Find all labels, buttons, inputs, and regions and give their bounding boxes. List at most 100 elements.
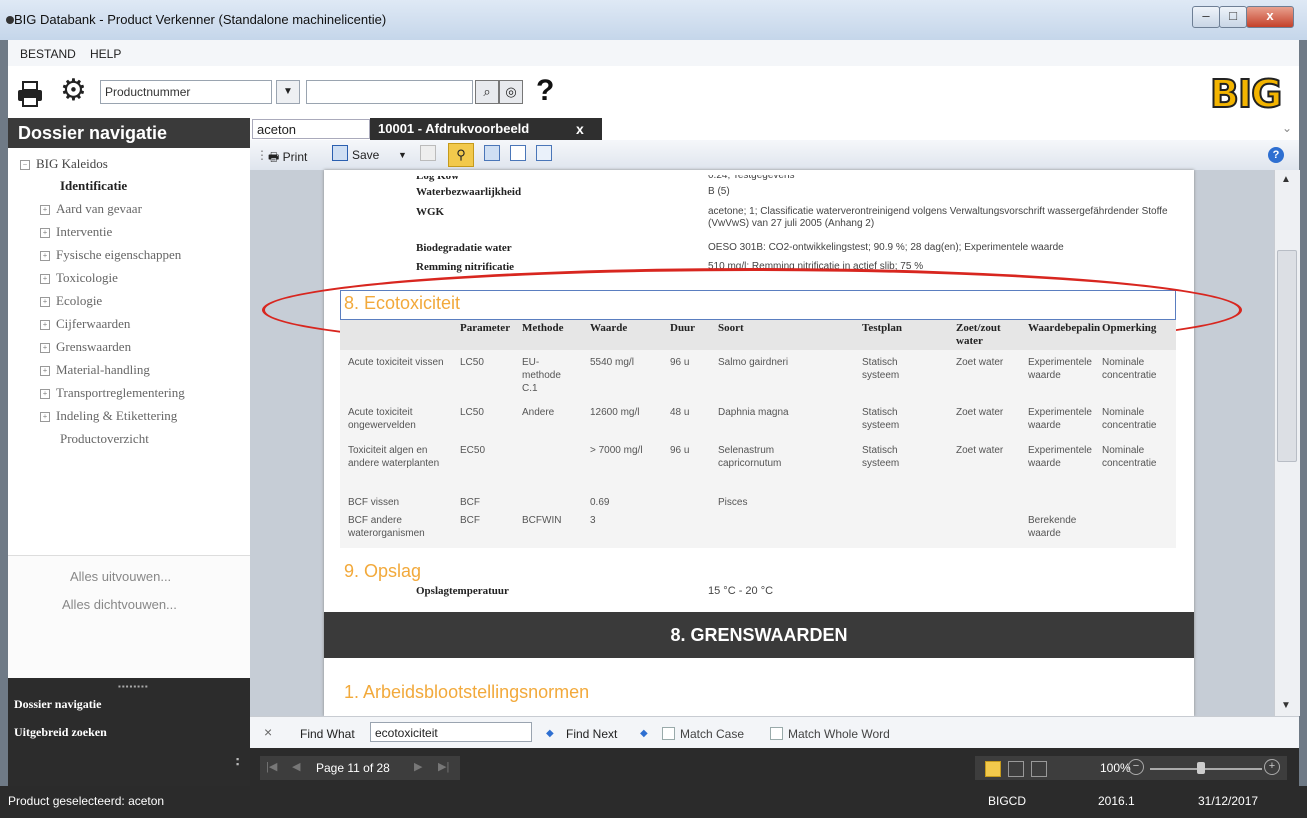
two-page-view-icon[interactable] xyxy=(1008,761,1024,777)
scroll-down-icon[interactable]: ▼ xyxy=(1281,700,1291,711)
splitter-grip[interactable]: ▪▪▪▪▪▪▪▪ xyxy=(118,682,149,691)
expand-icon[interactable]: + xyxy=(40,389,50,399)
search-input[interactable] xyxy=(306,80,473,104)
nav-item-cijferwaarden[interactable]: + Cijferwaarden xyxy=(40,316,130,332)
table-cell: 3 xyxy=(590,515,596,526)
single-page-view-icon[interactable] xyxy=(985,761,1001,777)
save-button[interactable]: Save xyxy=(352,148,379,162)
search-type-select[interactable]: Productnummer xyxy=(100,80,272,104)
match-whole-word-checkbox[interactable] xyxy=(770,727,783,740)
nav-link-dossier-navigatie[interactable]: Dossier navigatie xyxy=(14,697,101,712)
search-icon[interactable]: ⌕ xyxy=(475,80,499,104)
help-icon[interactable]: ? xyxy=(536,74,554,108)
expand-icon[interactable]: + xyxy=(40,228,50,238)
collapse-all-link[interactable]: Alles dichtvouwen... xyxy=(62,597,177,612)
column-header: Parameter xyxy=(460,322,511,334)
find-next-icon[interactable]: ◆ xyxy=(640,728,648,739)
nav-item-identificatie[interactable]: Identificatie xyxy=(60,178,127,194)
save-dropdown-icon[interactable]: ▼ xyxy=(398,150,407,160)
prop-label-waterbezwaarlijkheid: Waterbezwaarlijkheid xyxy=(416,186,522,198)
single-page-icon[interactable] xyxy=(484,145,500,161)
column-header: Testplan xyxy=(862,322,902,334)
zoom-out-icon[interactable]: − xyxy=(1128,759,1144,775)
maximize-button[interactable]: □ xyxy=(1219,6,1247,28)
zoom-slider[interactable] xyxy=(1150,768,1262,770)
nav-root[interactable]: − BIG Kaleidos xyxy=(20,156,108,172)
nav-item-fysische-eigenschappen[interactable]: + Fysische eigenschappen xyxy=(40,247,181,263)
expand-icon[interactable]: + xyxy=(40,320,50,330)
expand-all-link[interactable]: Alles uitvouwen... xyxy=(70,569,171,584)
table-cell: BCF andere waterorganismen xyxy=(348,515,425,539)
chevron-down-icon[interactable]: ▼ xyxy=(276,80,300,104)
menu-bestand[interactable]: BESTAND xyxy=(20,47,76,61)
nav-item-productoverzicht[interactable]: Productoverzicht xyxy=(60,431,149,447)
find-next-button[interactable]: Find Next xyxy=(566,727,617,741)
save-icon[interactable] xyxy=(332,145,348,161)
nav-item-indeling-etikettering[interactable]: + Indeling & Etikettering xyxy=(40,408,177,424)
expand-icon[interactable]: + xyxy=(40,412,50,422)
prop-label-remming: Remming nitrificatie xyxy=(416,261,515,273)
expand-icon[interactable]: + xyxy=(40,205,50,215)
panel-grip[interactable]: ▪ ▪ xyxy=(236,755,239,769)
expand-icon[interactable]: + xyxy=(40,274,50,284)
tab-aceton[interactable]: aceton xyxy=(252,119,370,139)
nav-link-uitgebreid-zoeken[interactable]: Uitgebreid zoeken xyxy=(14,725,107,740)
chapter-title: 8. GRENSWAARDEN xyxy=(670,625,848,645)
nav-item-transportreglementering[interactable]: + Transportreglementering xyxy=(40,385,185,401)
minimize-button[interactable]: – xyxy=(1192,6,1220,28)
advanced-search-icon[interactable]: ◎ xyxy=(499,80,523,104)
match-case-checkbox[interactable] xyxy=(662,727,675,740)
chevron-down-icon[interactable]: ⌄ xyxy=(1282,121,1292,135)
collapse-icon[interactable]: − xyxy=(20,160,30,170)
table-cell: Toxiciteit algen en andere waterplanten xyxy=(348,445,440,469)
page-width-icon[interactable] xyxy=(510,145,526,161)
multi-page-view-icon[interactable] xyxy=(1031,761,1047,777)
nav-item-aard-van-gevaar[interactable]: + Aard van gevaar xyxy=(40,201,142,217)
expand-icon[interactable]: + xyxy=(40,297,50,307)
print-button[interactable]: 🖶 Print xyxy=(268,148,307,169)
printer-icon[interactable] xyxy=(16,80,44,108)
zoom-in-icon[interactable]: + xyxy=(1264,759,1280,775)
status-version: 2016.1 xyxy=(1098,794,1135,808)
prev-page-icon[interactable]: ◀ xyxy=(292,760,300,773)
find-icon[interactable]: ⚲ xyxy=(448,143,474,167)
tab-close-icon[interactable]: x xyxy=(576,118,584,140)
page-setup-icon[interactable] xyxy=(420,145,436,161)
zoom-slider-thumb[interactable] xyxy=(1197,762,1205,774)
nav-item-toxicologie[interactable]: + Toxicologie xyxy=(40,270,118,286)
column-header: Duur xyxy=(670,322,696,334)
nav-root-label: BIG Kaleidos xyxy=(36,156,108,171)
close-window-button[interactable]: x xyxy=(1246,6,1294,28)
find-input[interactable]: ecotoxiciteit xyxy=(370,722,532,742)
find-prev-icon[interactable]: ◆ xyxy=(546,728,554,739)
table-cell: Acute toxiciteit vissen xyxy=(348,357,444,368)
nav-item-interventie[interactable]: + Interventie xyxy=(40,224,112,240)
expand-icon[interactable]: + xyxy=(40,251,50,261)
table-cell: Experimentele waarde xyxy=(1028,407,1092,431)
scrollbar-thumb[interactable] xyxy=(1277,250,1297,462)
close-find-icon[interactable]: × xyxy=(264,724,272,740)
table-cell: BCF xyxy=(460,497,480,508)
gear-icon[interactable]: ⚙ xyxy=(60,76,87,106)
tab-afdrukvoorbeeld[interactable]: 10001 - Afdrukvoorbeeld xyxy=(370,118,602,140)
help-circle-icon[interactable]: ? xyxy=(1268,147,1284,163)
nav-item-label: Toxicologie xyxy=(56,270,118,285)
table-cell: 12600 mg/l xyxy=(590,407,640,418)
table-cell: Nominale concentratie xyxy=(1102,357,1157,381)
nav-item-material-handling[interactable]: + Material-handling xyxy=(40,362,150,378)
table-cell: EC50 xyxy=(460,445,486,456)
last-page-icon[interactable]: ▶| xyxy=(438,760,449,773)
nav-item-grenswaarden[interactable]: + Grenswaarden xyxy=(40,339,131,355)
scroll-up-icon[interactable]: ▲ xyxy=(1281,174,1291,185)
first-page-icon[interactable]: |◀ xyxy=(266,760,277,773)
expand-icon[interactable]: + xyxy=(40,343,50,353)
table-cell: Daphnia magna xyxy=(718,407,789,418)
next-page-icon[interactable]: ▶ xyxy=(414,760,422,773)
expand-icon[interactable]: + xyxy=(40,366,50,376)
prop-value-wgk: acetone; 1; Classificatie waterverontrei… xyxy=(708,206,1168,229)
nav-item-ecologie[interactable]: + Ecologie xyxy=(40,293,102,309)
menu-bar xyxy=(8,40,1299,66)
prop-value-biodegradatie: OESO 301B: CO2-ontwikkelingstest; 90.9 %… xyxy=(708,242,1064,253)
multi-page-icon[interactable] xyxy=(536,145,552,161)
menu-help[interactable]: HELP xyxy=(90,47,121,61)
